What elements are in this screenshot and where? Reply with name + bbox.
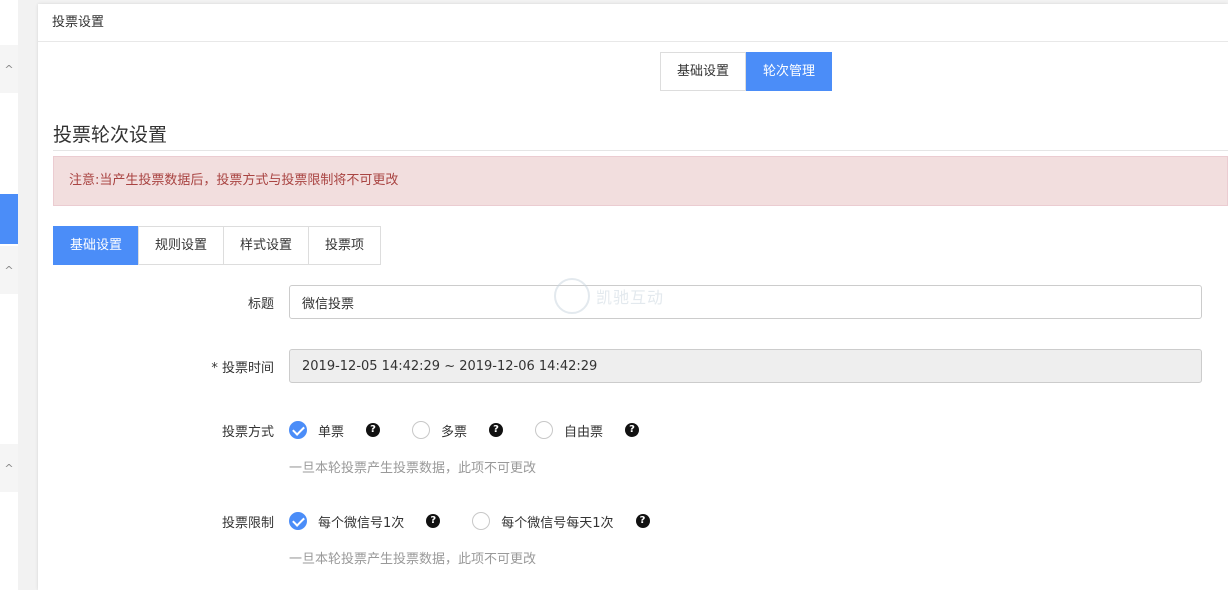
section-title: 投票轮次设置 <box>53 124 168 146</box>
tab-round-management[interactable]: 轮次管理 <box>746 52 833 91</box>
help-icon[interactable]: ? <box>635 514 650 528</box>
help-icon[interactable]: ? <box>489 423 504 437</box>
radio-once-per-day[interactable] <box>472 512 491 530</box>
radio-multi-vote[interactable] <box>412 421 431 439</box>
title-input[interactable] <box>289 285 1202 319</box>
radio-single-vote[interactable] <box>289 421 307 439</box>
subtab-basic[interactable]: 基础设置 <box>53 226 140 265</box>
vote-mode-label: 投票方式 <box>221 425 274 440</box>
radio-free-vote-label[interactable]: 自由票 <box>564 421 603 440</box>
vote-time-input[interactable] <box>289 349 1202 383</box>
sidebar-collapse-chevron-icon[interactable]: ^ <box>0 45 18 93</box>
vote-mode-hint: 一旦本轮投票产生投票数据，此项不可更改 <box>289 461 537 476</box>
sidebar-collapse-chevron-icon[interactable]: ^ <box>0 246 18 294</box>
radio-free-vote[interactable] <box>535 421 554 439</box>
subtab-style[interactable]: 样式设置 <box>223 226 310 265</box>
help-icon[interactable]: ? <box>426 514 441 528</box>
radio-once-per-account-label[interactable]: 每个微信号1次 <box>318 512 404 531</box>
sub-tabs: 基础设置 规则设置 样式设置 投票项 <box>53 226 382 265</box>
vote-limit-hint: 一旦本轮投票产生投票数据，此项不可更改 <box>289 552 537 567</box>
vote-mode-radio-group: 单票 ? 多票 ? 自由票 ? <box>289 420 671 440</box>
radio-once-per-day-label[interactable]: 每个微信号每天1次 <box>501 512 613 531</box>
watermark-logo-icon <box>554 278 590 314</box>
watermark: 凯驰互动 <box>554 276 679 316</box>
top-tabs: 基础设置 轮次管理 <box>660 52 833 91</box>
panel-title: 投票设置 <box>38 4 1228 42</box>
help-icon[interactable]: ? <box>625 423 640 437</box>
section-divider <box>53 150 1228 151</box>
main-panel: 投票设置 基础设置 轮次管理 投票轮次设置 注意:当产生投票数据后，投票方式与投… <box>38 4 1228 590</box>
help-icon[interactable]: ? <box>366 423 381 437</box>
subtab-rules[interactable]: 规则设置 <box>138 226 225 265</box>
vote-limit-label: 投票限制 <box>221 516 274 531</box>
radio-single-vote-label[interactable]: 单票 <box>318 421 344 440</box>
vote-limit-radio-group: 每个微信号1次 ? 每个微信号每天1次 ? <box>289 511 682 531</box>
tab-basic-settings[interactable]: 基础设置 <box>660 52 747 91</box>
title-label: 标题 <box>247 297 274 312</box>
subtab-vote-items[interactable]: 投票项 <box>308 226 382 265</box>
sidebar: ^ ^ ^ <box>0 0 18 590</box>
warning-alert: 注意:当产生投票数据后，投票方式与投票限制将不可更改 <box>53 156 1228 206</box>
watermark-text: 凯驰互动 <box>596 288 665 307</box>
vote-time-label: * 投票时间 <box>211 361 274 376</box>
radio-once-per-account[interactable] <box>289 512 307 530</box>
sidebar-active-indicator[interactable] <box>0 194 18 244</box>
radio-multi-vote-label[interactable]: 多票 <box>441 421 467 440</box>
sidebar-collapse-chevron-icon[interactable]: ^ <box>0 444 18 492</box>
